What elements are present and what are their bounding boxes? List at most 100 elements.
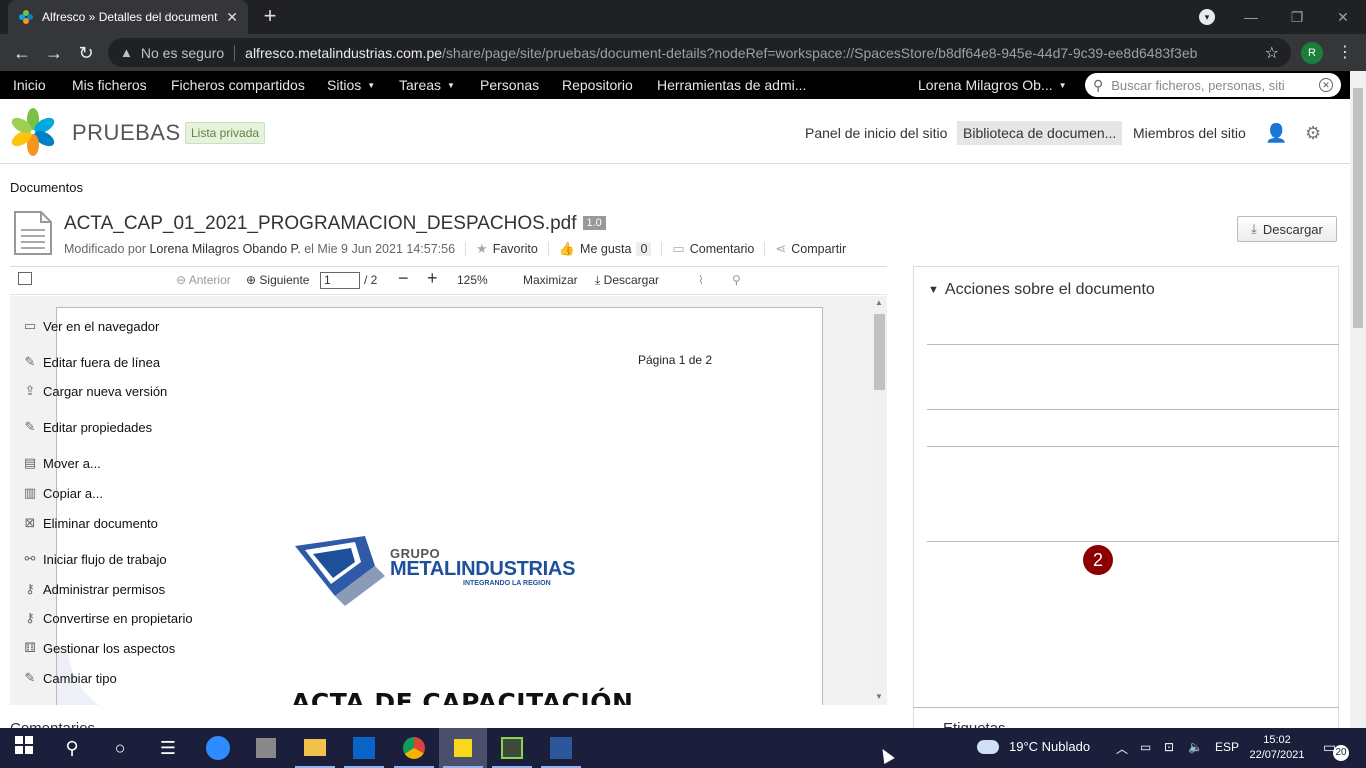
global-search[interactable]: ⚲ Buscar ficheros, personas, siti ✕ [1085,73,1341,97]
search-icon[interactable]: ⚲ [60,736,84,760]
divider [927,446,1339,447]
user-menu[interactable]: Lorena Milagros Ob... ▼ [918,77,1067,93]
prev-page-button[interactable]: ⊖ Anterior [176,273,231,287]
scroll-down-icon[interactable]: ▼ [875,692,883,701]
battery-icon[interactable]: ▭ [1140,740,1151,754]
tab-close-icon[interactable]: ✕ [226,9,238,26]
page-scrollbar[interactable] [1350,71,1366,728]
nav-personas[interactable]: Personas [480,77,539,93]
action-manage-permissions[interactable]: ⚷ Administrar permisos [22,581,165,597]
upload-icon: ⇪ [24,383,36,398]
clock[interactable]: 15:02 22/07/2021 [1249,733,1305,763]
nav-herramientas-admin[interactable]: Herramientas de admi... [657,77,806,93]
windows-start-icon[interactable] [12,736,36,760]
profile-avatar[interactable]: R [1301,42,1323,64]
page-number-input[interactable]: 1 [320,272,360,289]
bookmark-star-icon[interactable]: ☆ [1265,43,1279,63]
tab-search-icon[interactable]: ▾ [1199,9,1215,25]
copy-icon: ▥ [23,485,37,500]
action-label: Gestionar los aspectos [43,640,176,656]
scroll-thumb[interactable] [874,314,885,390]
breadcrumb[interactable]: Documentos [10,180,83,195]
action-edit-properties[interactable]: ✎ Editar propiedades [22,419,153,435]
nav-tareas[interactable]: Tareas ▼ [399,77,455,93]
security-label[interactable]: No es seguro [141,45,224,61]
action-take-ownership[interactable]: ⚷ Convertirse en propietario [22,610,192,626]
clear-search-icon[interactable]: ✕ [1319,78,1333,92]
address-bar[interactable]: ▲ No es seguro alfresco.metalindustrias.… [108,38,1291,67]
sticky-notes-icon[interactable] [439,728,487,768]
nav-sitios[interactable]: Sitios ▼ [327,77,375,93]
site-nav-dashboard[interactable]: Panel de inicio del sitio [805,125,947,141]
action-label: Editar propiedades [43,419,153,435]
action-view-in-browser[interactable]: ▭ Ver en el navegador [22,318,160,334]
caret-down-icon: ▼ [1058,81,1067,90]
warning-icon[interactable]: ▲ [120,45,133,60]
file-explorer-icon[interactable] [291,728,339,768]
network-icon[interactable]: ⊡ [1164,740,1174,754]
notification-center-icon[interactable]: ▭ 20 [1323,739,1349,761]
zoom-in-icon[interactable]: + [427,268,438,289]
restore-icon[interactable]: ❐ [1274,4,1320,30]
pencil-icon: ✎ [24,354,36,369]
nav-repositorio[interactable]: Repositorio [562,77,633,93]
scroll-up-icon[interactable]: ▲ [875,298,883,307]
action-edit-offline[interactable]: ✎ Editar fuera de línea [22,354,161,370]
gear-icon[interactable]: ⚙ [1305,123,1321,144]
action-upload-version[interactable]: ⇪ Cargar nueva versión [22,383,168,399]
sidebar-toggle-icon[interactable] [18,272,32,285]
snipping-tool-icon[interactable] [488,728,536,768]
next-page-button[interactable]: ⊕ Siguiente [246,273,309,287]
action-move-to[interactable]: ▤ Mover a... [22,455,101,471]
nav-ficheros-compartidos[interactable]: Ficheros compartidos [171,77,305,93]
cortana-icon[interactable]: ○ [108,736,132,760]
favorite-action[interactable]: ★ Favorito [476,241,538,257]
action-change-type[interactable]: ✎ Cambiar tipo [22,670,117,686]
site-nav-library[interactable]: Biblioteca de documen... [957,121,1123,145]
back-icon[interactable]: ← [11,42,33,64]
action-label: Ver en el navegador [43,318,160,334]
new-tab-icon[interactable]: + [259,5,281,27]
reload-icon[interactable]: ↻ [75,42,97,64]
maximize-button[interactable]: Maximizar [523,273,578,287]
viewer-scrollbar[interactable]: ▲ ▼ [872,296,887,705]
scroll-thumb[interactable] [1353,88,1363,328]
search-icon[interactable]: ⚲ [732,273,741,287]
zoom-app-icon[interactable] [194,728,242,768]
action-start-workflow[interactable]: ⚯ Iniciar flujo de trabajo [22,551,167,567]
viewer-download-button[interactable]: ⤓ Descargar [595,273,659,288]
like-action[interactable]: 👍 Me gusta 0 [559,241,652,257]
comment-icon: ▭ [672,241,685,256]
action-copy-to[interactable]: ▥ Copiar a... [22,485,103,501]
forward-icon[interactable]: → [43,42,65,64]
zoom-out-icon[interactable]: − [398,268,409,289]
download-button[interactable]: ⤓ Descargar [1237,216,1337,242]
clock-date: 22/07/2021 [1249,749,1305,761]
actions-header[interactable]: ▼ Acciones sobre el documento [928,281,1155,299]
browser-menu-icon[interactable]: ⋮ [1337,42,1353,64]
action-manage-aspects[interactable]: ⚅ Gestionar los aspectos [22,640,175,656]
modified-by-link[interactable]: Lorena Milagros Obando P. [149,242,300,256]
tools-app-icon[interactable] [242,728,290,768]
nav-mis-ficheros[interactable]: Mis ficheros [72,77,147,93]
share-action[interactable]: ⋖ Compartir [775,241,846,257]
action-delete-document[interactable]: ⊠ Eliminar documento [22,515,158,531]
alfresco-logo-icon[interactable] [9,108,57,156]
word-icon[interactable] [537,728,585,768]
zoom-level[interactable]: 125% [457,273,488,287]
tray-chevron-icon[interactable]: ︿ [1116,740,1128,757]
comment-action[interactable]: ▭ Comentario [672,241,754,257]
browser-tab[interactable]: Alfresco » Detalles del document ✕ [8,0,248,34]
task-view-icon[interactable]: ☰ [156,736,180,760]
add-user-icon[interactable]: 👤 [1265,123,1287,144]
outlook-icon[interactable] [340,728,388,768]
chrome-icon[interactable] [390,728,438,768]
minimize-icon[interactable]: — [1228,4,1274,30]
weather-widget[interactable]: 19°C Nublado [977,739,1090,754]
volume-muted-icon[interactable]: 🔈 [1188,740,1203,754]
site-nav-members[interactable]: Miembros del sitio [1133,125,1246,141]
language-indicator[interactable]: ESP [1215,740,1239,754]
nav-inicio[interactable]: Inicio [13,77,46,93]
window-close-icon[interactable]: ✕ [1320,4,1366,30]
attachment-icon[interactable]: ⌇ [698,273,704,287]
